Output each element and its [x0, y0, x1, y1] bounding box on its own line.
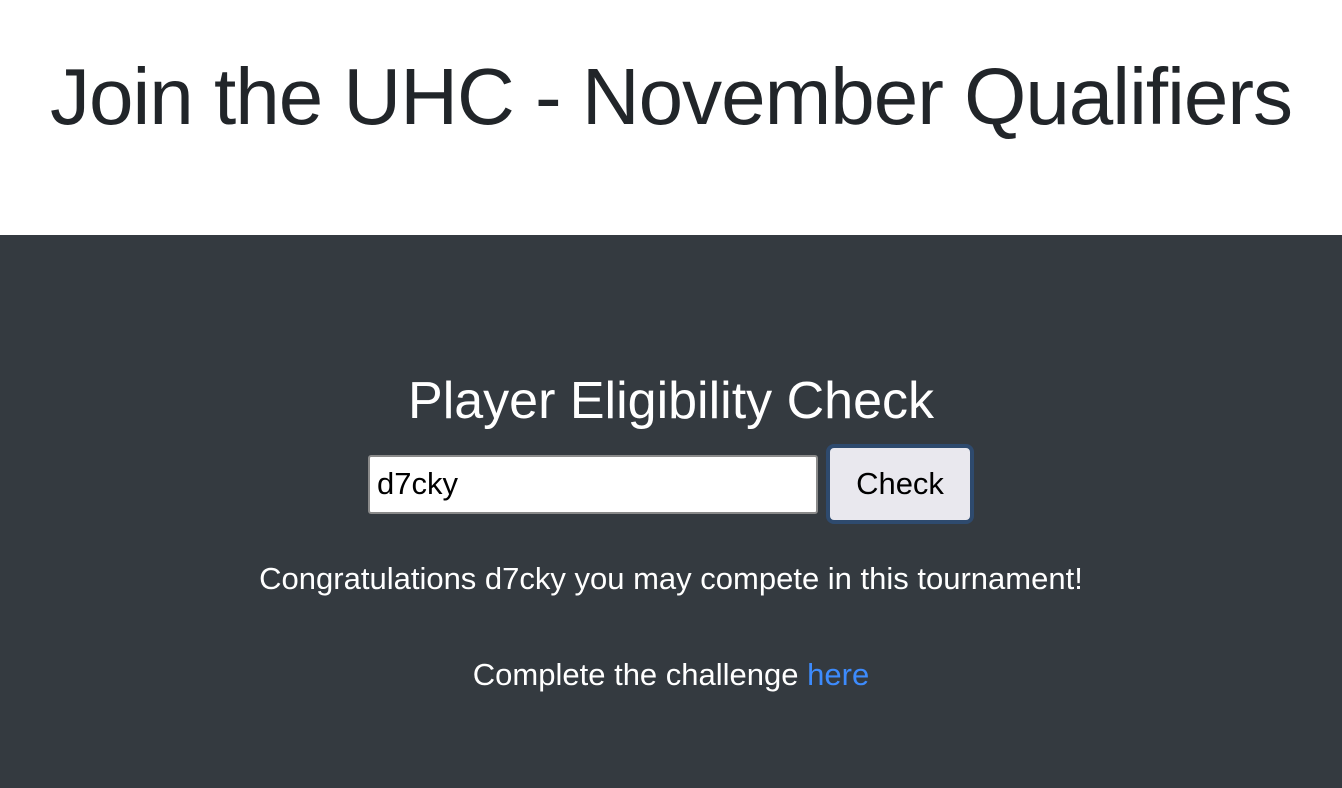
check-button[interactable]: Check — [826, 444, 974, 524]
challenge-link[interactable]: here — [807, 657, 869, 692]
eligibility-form: Check — [0, 444, 1342, 524]
challenge-line: Complete the challenge here — [0, 655, 1342, 695]
eligibility-heading: Player Eligibility Check — [408, 372, 934, 430]
page-title: Join the UHC - November Qualifiers — [50, 52, 1293, 141]
eligibility-section: Player Eligibility Check Check Congratul… — [0, 235, 1342, 788]
player-name-input[interactable] — [368, 454, 818, 514]
page-header: Join the UHC - November Qualifiers — [0, 0, 1342, 235]
result-message: Congratulations d7cky you may compete in… — [259, 561, 1083, 596]
challenge-text: Complete the challenge — [472, 657, 799, 692]
